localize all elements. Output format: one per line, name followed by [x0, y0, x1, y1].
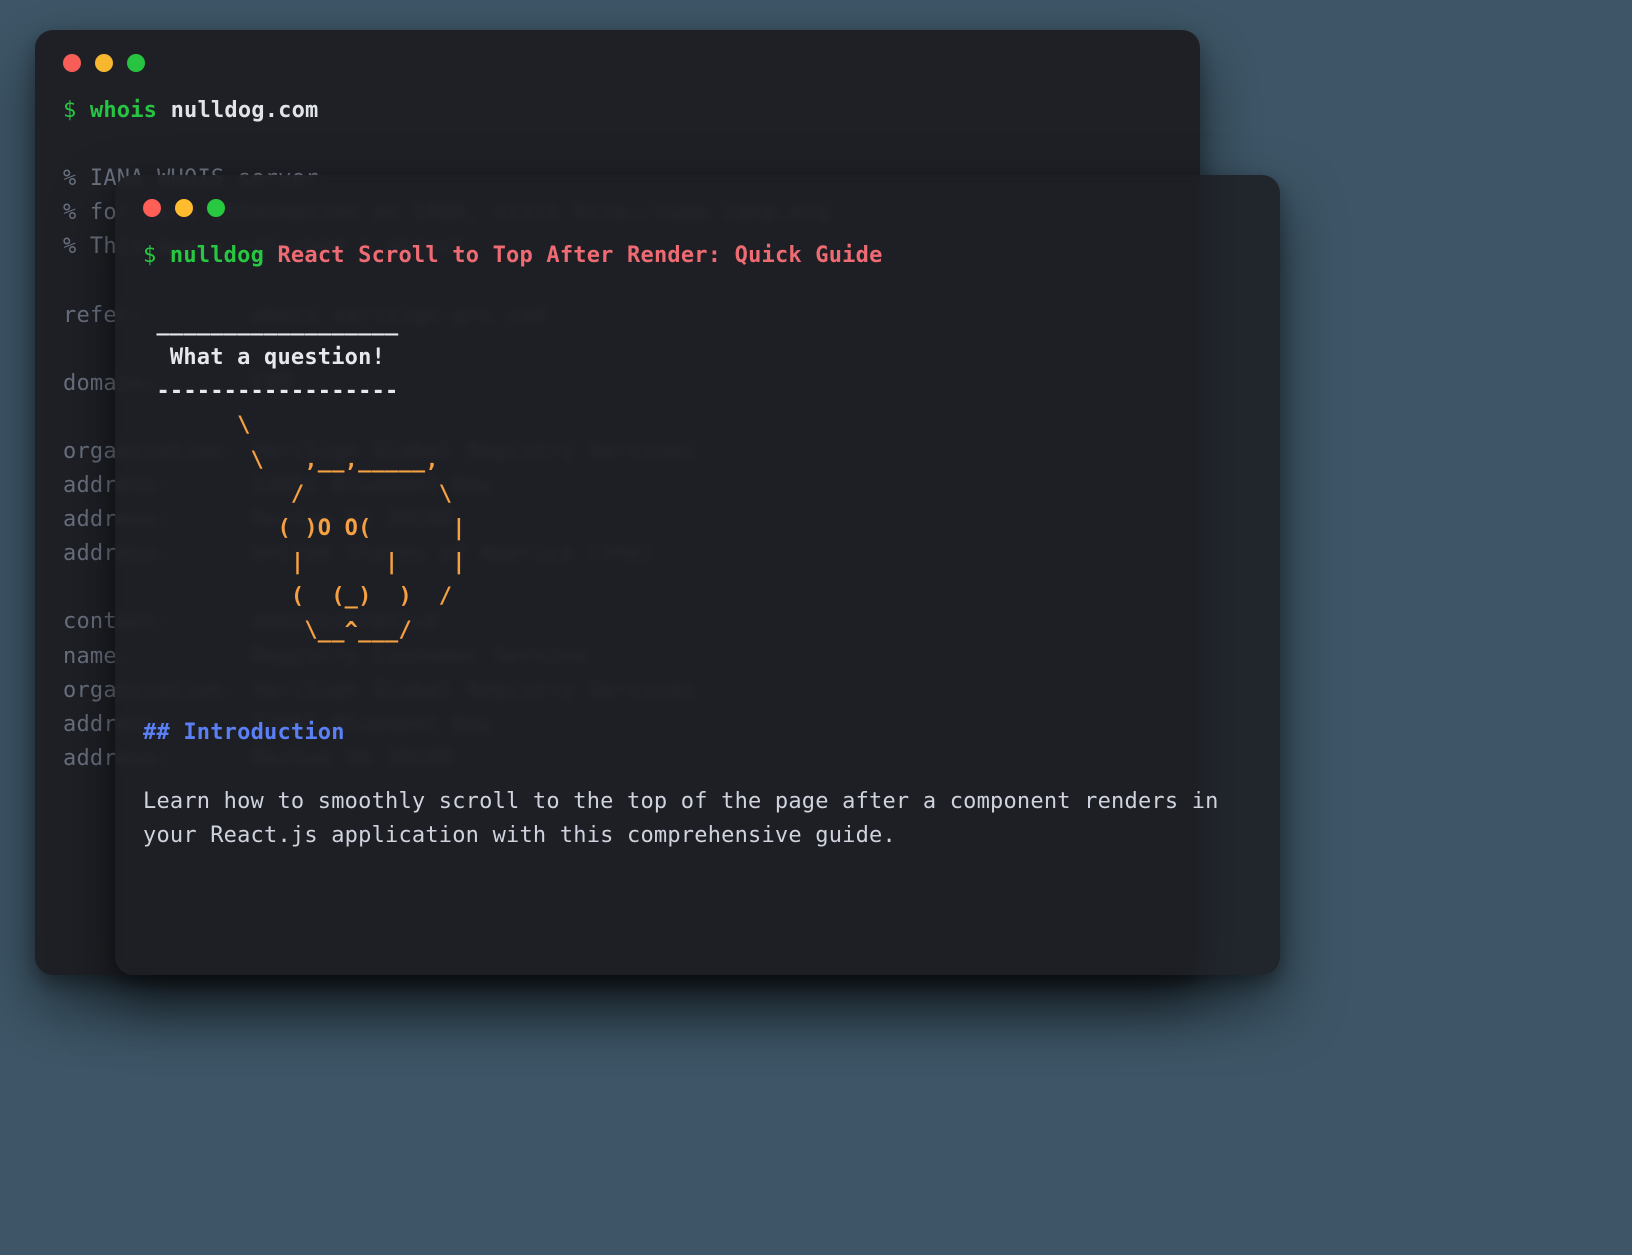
section-marker: ## — [143, 720, 170, 745]
zoom-icon[interactable] — [207, 199, 225, 217]
cowsay-art: ( )O O( | — [143, 516, 466, 541]
cowsay-bubble-bottom: ------------------ — [143, 379, 412, 404]
cowsay-art: \__^___/ — [143, 618, 412, 643]
traffic-lights — [35, 30, 1200, 82]
prompt-argument: nulldog.com — [171, 98, 319, 123]
cowsay-art: \ ,__,_____, — [143, 448, 439, 473]
cowsay-art: | | | — [143, 550, 466, 575]
cowsay-bubble-top: __________________ — [143, 311, 412, 336]
prompt-command: whois — [90, 98, 157, 123]
zoom-icon[interactable] — [127, 54, 145, 72]
traffic-lights — [115, 175, 1280, 227]
minimize-icon[interactable] — [175, 199, 193, 217]
close-icon[interactable] — [63, 54, 81, 72]
minimize-icon[interactable] — [95, 54, 113, 72]
prompt-command: nulldog — [170, 243, 264, 268]
cowsay-art: \ — [143, 413, 251, 438]
section-heading: Introduction — [183, 720, 344, 745]
intro-paragraph: Learn how to smoothly scroll to the top … — [143, 789, 1232, 848]
prompt-dollar: $ — [63, 98, 76, 123]
cowsay-art: ( (_) ) / — [143, 584, 452, 609]
prompt-dollar: $ — [143, 243, 156, 268]
cowsay-art: / \ — [143, 482, 452, 507]
terminal-output-front: $ nulldog React Scroll to Top After Rend… — [115, 227, 1280, 881]
article-title: React Scroll to Top After Render: Quick … — [277, 243, 882, 268]
terminal-window-front: $ nulldog React Scroll to Top After Rend… — [115, 175, 1280, 975]
cowsay-bubble-text: What a question! — [143, 345, 385, 370]
close-icon[interactable] — [143, 199, 161, 217]
